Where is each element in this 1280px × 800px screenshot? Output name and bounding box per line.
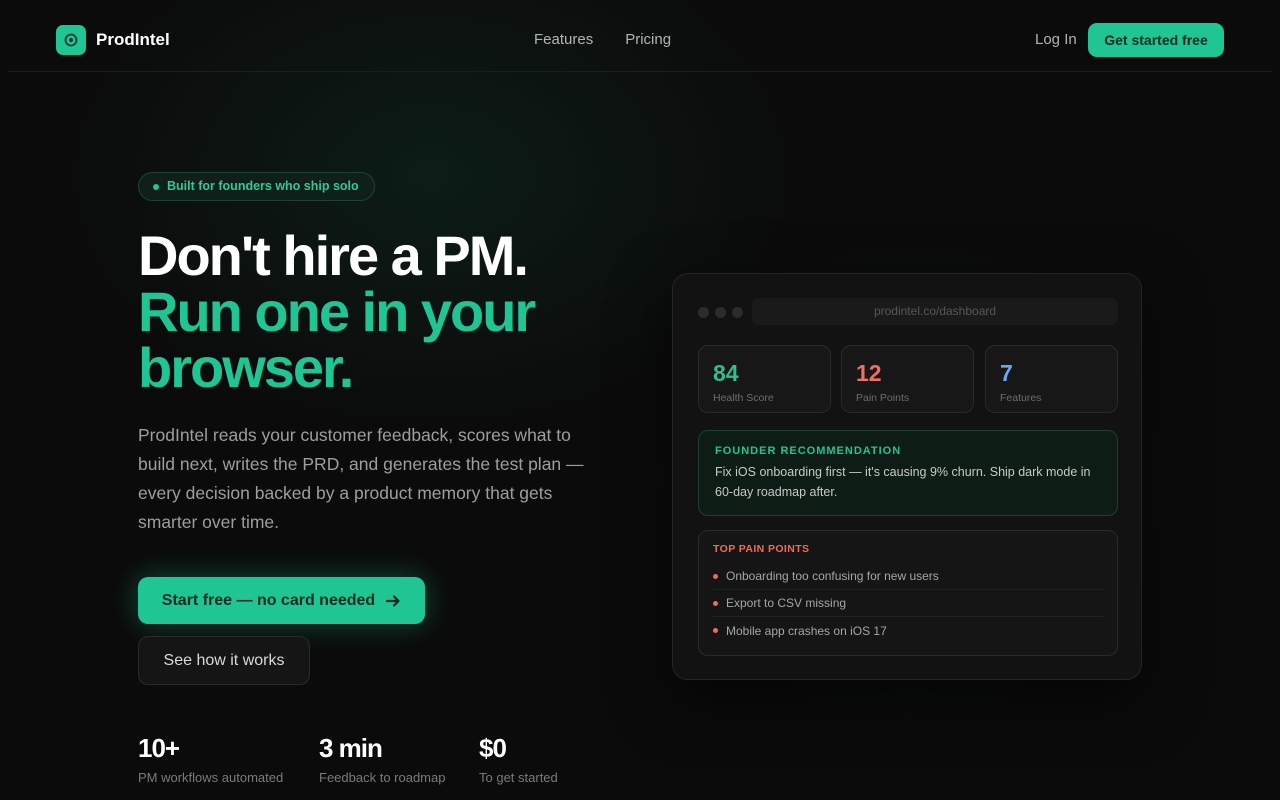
see-how-it-works-button[interactable]: See how it works	[138, 636, 310, 685]
recommendation-body: Fix iOS onboarding first — it's causing …	[715, 465, 1091, 499]
nav-link-pricing[interactable]: Pricing	[625, 31, 671, 48]
target-icon	[56, 25, 86, 55]
stat-item: 3 min Feedback to roadmap	[319, 733, 445, 785]
metric-card-pain-points: 12 Pain Points	[841, 345, 974, 413]
start-free-label: Start free — no card needed	[161, 591, 376, 609]
bullet-dot-icon	[713, 600, 718, 606]
arrow-right-icon	[386, 594, 400, 607]
url-bar: prodintel.co/dashboard	[752, 298, 1118, 325]
stat-label: Feedback to roadmap	[319, 770, 446, 785]
pain-points-title: TOP PAIN POINTS	[713, 543, 810, 555]
pain-points-list: Onboarding too confusing for new users E…	[713, 563, 1103, 644]
headline-line-2: Run one in your browser.	[138, 280, 536, 399]
hero-headline: Don't hire a PM. Run one in your browser…	[138, 228, 658, 396]
metric-label: Features	[1000, 392, 1042, 404]
dashboard-preview: prodintel.co/dashboard 84 Health Score 1…	[672, 273, 1142, 680]
nav-links: Features Pricing	[534, 31, 671, 48]
metric-value: 7	[1000, 360, 1013, 386]
stat-label: To get started	[479, 770, 558, 785]
hero-description: ProdIntel reads your customer feedback, …	[138, 425, 584, 532]
get-started-button[interactable]: Get started free	[1088, 23, 1224, 57]
window-dot-icon	[715, 307, 726, 318]
metric-label: Pain Points	[856, 392, 910, 404]
stat-label: PM workflows automated	[138, 770, 284, 785]
pain-point-text: Export to CSV missing	[726, 596, 847, 610]
list-item: Onboarding too confusing for new users	[713, 563, 1103, 590]
headline-line-1: Don't hire a PM.	[138, 224, 529, 287]
metric-card-health-score: 84 Health Score	[698, 345, 831, 413]
window-dot-icon	[732, 307, 743, 318]
metric-label: Health Score	[713, 392, 774, 404]
top-pain-points-card: TOP PAIN POINTS Onboarding too confusing…	[698, 530, 1118, 656]
metric-card-features: 7 Features	[985, 345, 1118, 413]
badge-dot-icon	[153, 184, 159, 190]
stats-row: 10+ PM workflows automated 3 min Feedbac…	[0, 733, 700, 793]
metric-value: 12	[856, 360, 882, 386]
hero-badge: Built for founders who ship solo	[138, 172, 375, 201]
metric-value: 84	[713, 360, 739, 386]
stat-value: $0	[479, 733, 507, 763]
window-controls	[698, 307, 743, 318]
stat-value: 10+	[138, 733, 180, 763]
pain-point-text: Mobile app crashes on iOS 17	[726, 623, 887, 638]
stat-item: 10+ PM workflows automated	[138, 733, 283, 785]
list-item: Export to CSV missing	[713, 590, 1103, 617]
bullet-dot-icon	[713, 628, 718, 633]
bullet-dot-icon	[713, 573, 718, 579]
stat-item: $0 To get started	[479, 733, 558, 785]
pain-point-text: Onboarding too confusing for new users	[726, 569, 939, 583]
stat-value: 3 min	[319, 733, 383, 763]
login-link[interactable]: Log In	[1035, 31, 1077, 48]
founder-recommendation-card: FOUNDER RECOMMENDATION Fix iOS onboardin…	[698, 430, 1118, 516]
recommendation-title: FOUNDER RECOMMENDATION	[715, 445, 902, 457]
window-dot-icon	[698, 307, 709, 318]
badge-text: Built for founders who ship solo	[167, 179, 359, 193]
brand-name: ProdIntel	[96, 30, 170, 49]
logo[interactable]: ProdIntel	[56, 25, 170, 55]
nav-link-features[interactable]: Features	[534, 31, 593, 48]
list-item: Mobile app crashes on iOS 17	[713, 617, 1103, 644]
top-nav: ProdIntel Features Pricing Log In Get st…	[8, 0, 1272, 72]
start-free-button[interactable]: Start free — no card needed	[138, 577, 425, 624]
